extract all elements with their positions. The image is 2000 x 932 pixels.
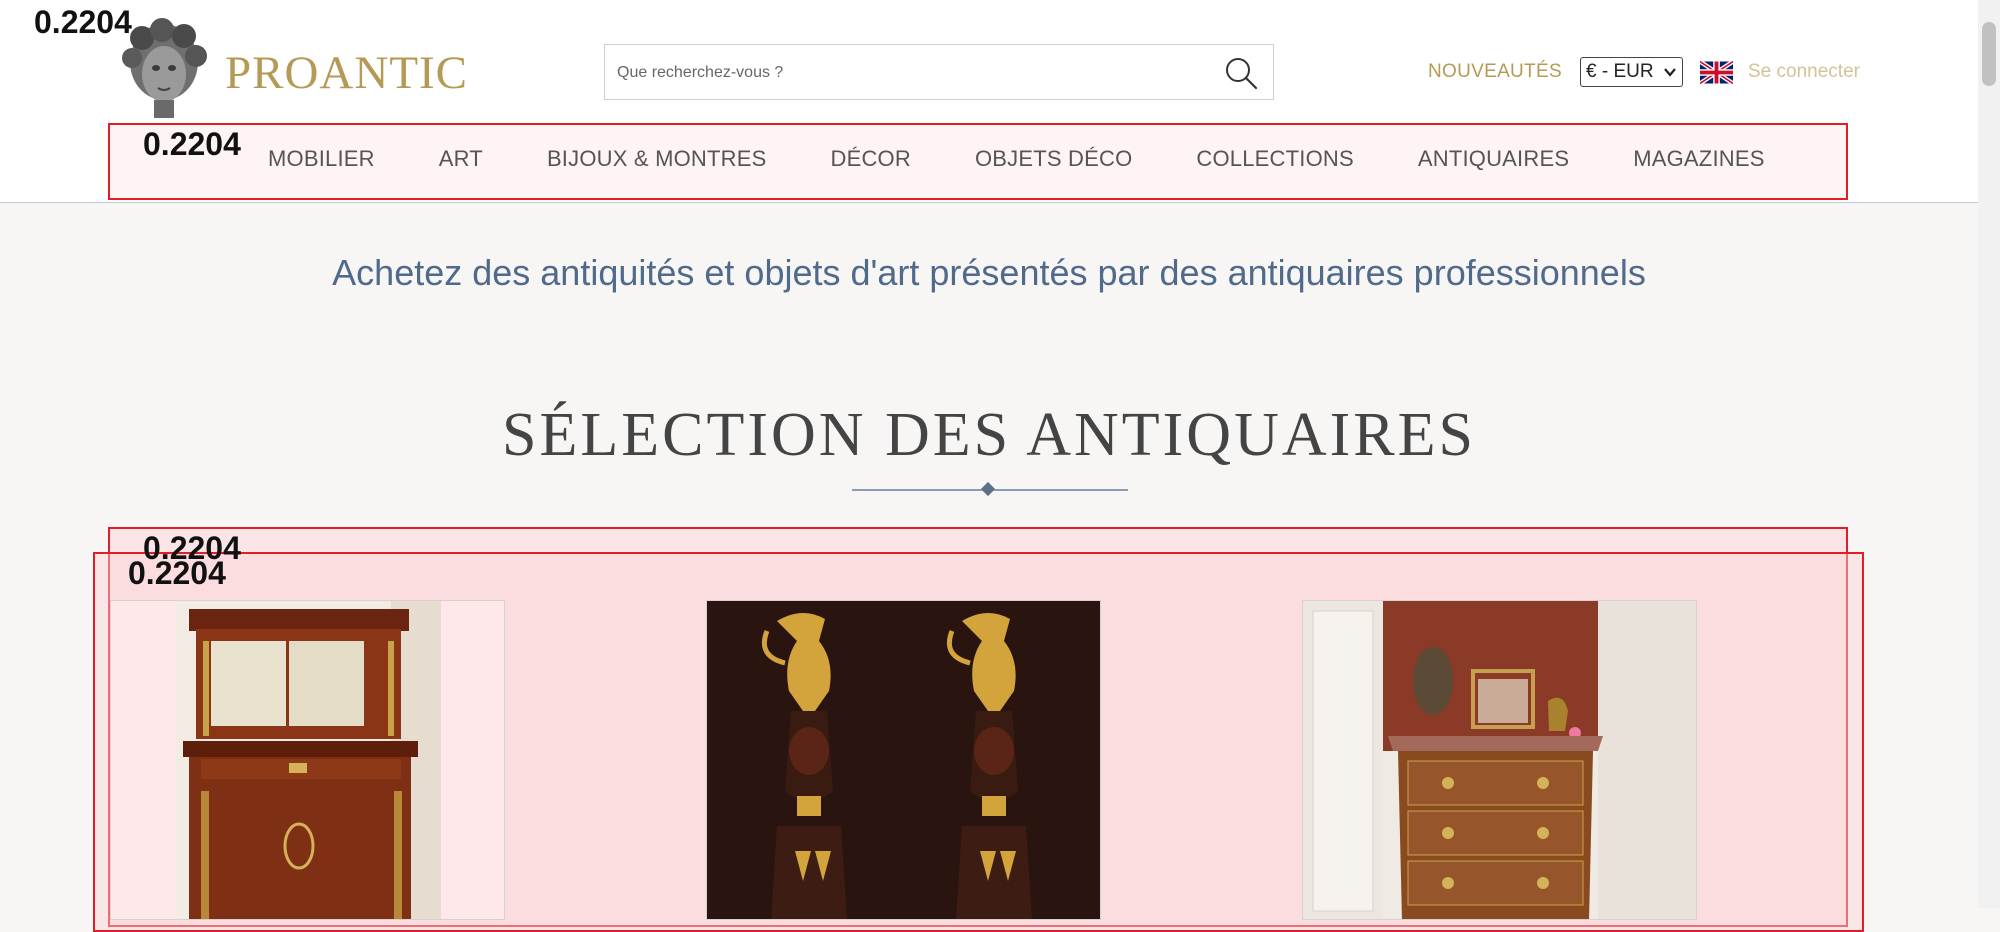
tagline: Achetez des antiquités et objets d'art p…	[332, 252, 1646, 293]
overlay-score-nav: 0.2204	[143, 126, 241, 162]
search-bar	[604, 44, 1274, 101]
nav-item-magazines[interactable]: MAGAZINES	[1633, 146, 1764, 182]
nav-item-collections[interactable]: COLLECTIONS	[1196, 146, 1353, 182]
search-icon[interactable]	[1223, 55, 1259, 91]
logo-text[interactable]: PROANTIC	[225, 46, 468, 100]
nav-item-art[interactable]: ART	[439, 146, 483, 182]
overlay-score-selection-inner: 0.2204	[128, 555, 226, 591]
nav-item-antiquaires[interactable]: ANTIQUAIRES	[1418, 146, 1569, 182]
ewers-image	[707, 601, 1100, 919]
nav-item-decor[interactable]: DÉCOR	[831, 146, 911, 182]
chevron-down-icon	[1664, 68, 1676, 77]
site-header: PROANTIC NOUVEAUTÉS € - EUR Se connecter…	[0, 0, 1978, 203]
currency-selected-value: € - EUR	[1586, 61, 1654, 82]
search-input[interactable]	[615, 45, 1199, 101]
page-scrollbar[interactable]	[1978, 0, 2000, 908]
uk-flag-icon[interactable]	[1700, 60, 1733, 85]
cabinet-image	[176, 601, 441, 919]
main-nav: MOBILIER ART BIJOUX & MONTRES DÉCOR OBJE…	[268, 146, 1765, 182]
overlay-score-logo: 0.2204	[34, 4, 132, 40]
commode-image	[1303, 601, 1696, 919]
product-card-cabinet[interactable]	[110, 600, 505, 920]
scrollbar-thumb[interactable]	[1982, 22, 1996, 86]
nav-item-objets-deco[interactable]: OBJETS DÉCO	[975, 146, 1132, 182]
product-card-ewers[interactable]	[706, 600, 1101, 920]
currency-select[interactable]: € - EUR	[1580, 57, 1683, 87]
login-link[interactable]: Se connecter	[1748, 61, 1860, 83]
nouveautes-link[interactable]: NOUVEAUTÉS	[1428, 61, 1562, 83]
section-title: SÉLECTION DES ANTIQUAIRES	[502, 401, 1476, 469]
nav-item-mobilier[interactable]: MOBILIER	[268, 146, 375, 182]
product-card-commode[interactable]	[1302, 600, 1697, 920]
title-divider-diamond	[980, 481, 996, 497]
nav-item-bijoux-montres[interactable]: BIJOUX & MONTRES	[547, 146, 767, 182]
